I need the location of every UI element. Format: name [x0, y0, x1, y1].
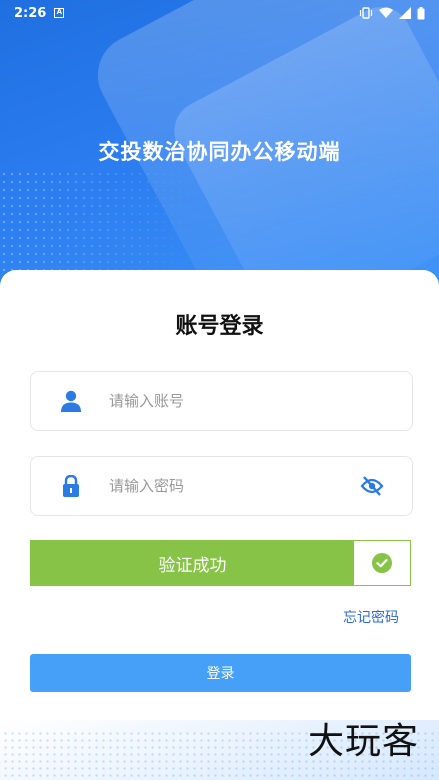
slider-verify[interactable]: 验证成功 [30, 540, 411, 586]
battery-icon [417, 6, 425, 19]
verify-success-text: 验证成功 [31, 541, 354, 585]
status-icons [359, 6, 425, 20]
account-field[interactable] [30, 371, 413, 431]
login-title: 账号登录 [175, 314, 264, 339]
check-circle-icon [372, 553, 392, 573]
wifi-icon [379, 7, 393, 18]
vibrate-icon [359, 7, 373, 19]
lock-icon [60, 475, 82, 497]
user-icon [60, 390, 82, 412]
app-title: 交投数治协同办公移动端 [98, 140, 341, 164]
password-field[interactable] [30, 456, 413, 516]
eye-off-icon[interactable] [360, 474, 384, 498]
signal-icon [399, 7, 411, 19]
login-card: 账号登录 验证成功 忘记密码 登录 [0, 270, 439, 720]
account-input[interactable] [109, 392, 339, 410]
verify-slider-handle[interactable] [354, 541, 410, 585]
status-bar: 2:26 A [0, 0, 439, 26]
password-input[interactable] [109, 477, 339, 495]
notification-a-icon: A [54, 8, 65, 18]
status-time: 2:26 [14, 5, 47, 21]
login-button[interactable]: 登录 [30, 654, 411, 692]
watermark-logo: 大玩客 [307, 721, 419, 762]
forgot-password-link[interactable]: 忘记密码 [343, 607, 399, 627]
hero-decoration-dots [0, 170, 200, 280]
